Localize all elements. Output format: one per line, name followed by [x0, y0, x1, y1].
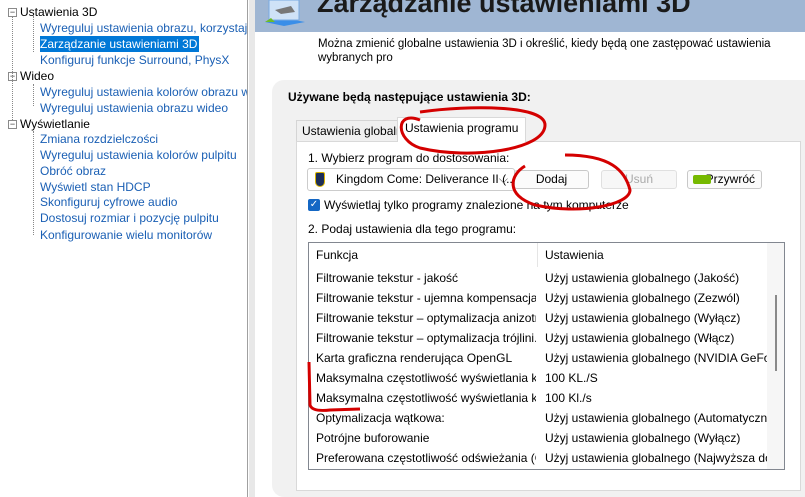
table-row[interactable]: Filtrowanie tekstur - ujemna kompensacja… [309, 288, 769, 308]
scrollbar-thumb[interactable] [775, 295, 777, 371]
table-row[interactable]: Karta graficzna renderująca OpenGL Użyj u… [309, 348, 769, 368]
tab-program-settings[interactable]: Ustawienia programu [397, 117, 527, 142]
collapse-icon[interactable]: − [8, 72, 17, 81]
tree-group-video[interactable]: − Wideo [8, 68, 54, 84]
tree-scrollbar[interactable] [249, 0, 255, 497]
row-function: Maksymalna częstotliwość wyświetlania kl… [316, 371, 536, 385]
table-row[interactable]: Maksymalna częstotliwość wyświetlania kl… [309, 368, 769, 388]
collapse-icon[interactable]: − [8, 8, 17, 17]
settings-table: Funkcja Ustawienia Filtrowanie tekstur -… [308, 242, 785, 470]
step2-label: 2. Podaj ustawienia dla tego programu: [308, 222, 517, 236]
row-setting[interactable]: Użyj ustawienia globalnego (Automatyczni… [545, 408, 767, 428]
tree-item-desktop-size[interactable]: Dostosuj rozmiar i pozycję pulpitu [40, 210, 247, 226]
table-row[interactable]: Preferowana częstotliwość odświeżania (G… [309, 448, 769, 468]
game-icon [315, 172, 325, 187]
tree-item-adjust-image[interactable]: Wyreguluj ustawienia obrazu, korzystając… [40, 20, 247, 36]
row-setting[interactable]: Użyj ustawienia globalnego (Najwyższa do… [545, 448, 767, 468]
row-setting[interactable]: Użyj ustawienia globalnego (Wyłącz) [545, 428, 767, 448]
tree-group-display[interactable]: − Wyświetlanie [8, 116, 90, 132]
tree-item-surround-physx[interactable]: Konfiguruj funkcje Surround, PhysX [40, 52, 247, 68]
nvidia-icon [693, 175, 711, 184]
tree-item-rotate[interactable]: Obróć obraz [40, 163, 247, 179]
tree-item-manage-3d[interactable]: Zarządzanie ustawieniami 3D [40, 36, 200, 52]
row-function: Karta graficzna renderująca OpenGL [316, 351, 513, 365]
tree-item-video-image[interactable]: Wyreguluj ustawienia obrazu wideo [40, 100, 247, 116]
program-select[interactable]: Kingdom Come: Deliverance II (... ⌵ [307, 168, 516, 191]
row-function: Optymalizacja wątkowa: [316, 411, 445, 425]
page-title: Zarządzanie ustawieniami 3D [317, 0, 691, 18]
column-header-function[interactable]: Funkcja [309, 243, 538, 267]
tree-item-audio[interactable]: Skonfiguruj cyfrowe audio [40, 194, 247, 210]
tree-item-desktop-color[interactable]: Wyreguluj ustawienia kolorów pulpitu [40, 147, 247, 163]
add-button[interactable]: Dodaj [514, 170, 589, 189]
row-function: Maksymalna częstotliwość wyświetlania kl… [316, 391, 536, 405]
row-function: Potrójne buforowanie [316, 431, 430, 445]
restore-button[interactable]: Przywróć [687, 170, 762, 189]
row-function: Filtrowanie tekstur - jakość [316, 271, 459, 285]
tree-item-video-color[interactable]: Wyreguluj ustawienia kolorów obrazu wide… [40, 84, 247, 100]
row-setting[interactable]: Użyj ustawienia globalnego (Wyłącz) [545, 308, 767, 328]
tree-line [33, 131, 34, 235]
tree-line [33, 84, 34, 106]
chevron-down-icon: ⌵ [498, 172, 508, 186]
table-row[interactable]: Filtrowanie tekstur – optymalizacja trój… [309, 328, 769, 348]
tab-global-settings[interactable]: Ustawienia globalne [296, 120, 409, 142]
panel-heading: Używane będą następujące ustawienia 3D: [288, 90, 531, 104]
3d-settings-icon [265, 0, 305, 26]
remove-button[interactable]: Usuń [601, 170, 677, 189]
tree-line [33, 16, 34, 52]
row-setting[interactable]: Użyj ustawienia globalnego (Jakość) [545, 268, 767, 288]
navigation-tree: − Ustawienia 3D Wyreguluj ustawienia obra… [0, 0, 248, 497]
row-function: Preferowana częstotliwość odświeżania (G… [316, 451, 536, 465]
row-setting[interactable]: 100 Kl./s [545, 388, 767, 408]
table-row[interactable]: Filtrowanie tekstur - jakość Użyj ustawie… [309, 268, 769, 288]
table-row[interactable]: Potrójne buforowanie Użyj ustawienia glob… [309, 428, 769, 448]
table-row[interactable]: Optymalizacja wątkowa: Użyj ustawienia gl… [309, 408, 769, 428]
row-setting[interactable]: Użyj ustawienia globalnego (NVIDIA GeFor… [545, 348, 767, 368]
checkbox-label: Wyświetlaj tylko programy znalezione na … [324, 198, 629, 212]
row-function: Filtrowanie tekstur – optymalizacja aniz… [316, 311, 536, 325]
column-header-setting[interactable]: Ustawienia [538, 243, 768, 267]
page-header: Zarządzanie ustawieniami 3D [255, 0, 805, 32]
tree-item-hdcp[interactable]: Wyświetl stan HDCP [40, 179, 247, 195]
table-scrollbar[interactable] [767, 243, 784, 469]
step1-label: 1. Wybierz program do dostosowania: [308, 151, 510, 165]
page-description: Można zmienić globalne ustawienia 3D i o… [318, 38, 771, 64]
row-setting[interactable]: Użyj ustawienia globalnego (Zezwól) [545, 288, 767, 308]
row-function: Filtrowanie tekstur – optymalizacja trój… [316, 331, 536, 345]
collapse-icon[interactable]: − [8, 120, 17, 129]
tree-group-3d[interactable]: − Ustawienia 3D [8, 4, 97, 20]
row-setting[interactable]: Użyj ustawienia globalnego (Włącz) [545, 328, 767, 348]
tree-item-multi-monitor[interactable]: Konfigurowanie wielu monitorów [40, 227, 247, 243]
only-installed-checkbox[interactable]: ✓ [308, 199, 320, 211]
row-function: Filtrowanie tekstur - ujemna kompensacja… [316, 291, 536, 305]
table-row[interactable]: Maksymalna częstotliwość wyświetlania kl… [309, 388, 769, 408]
row-setting[interactable]: 100 KL./S [545, 368, 767, 388]
table-row[interactable]: Filtrowanie tekstur – optymalizacja aniz… [309, 308, 769, 328]
tree-item-resolution[interactable]: Zmiana rozdzielczości [40, 131, 247, 147]
